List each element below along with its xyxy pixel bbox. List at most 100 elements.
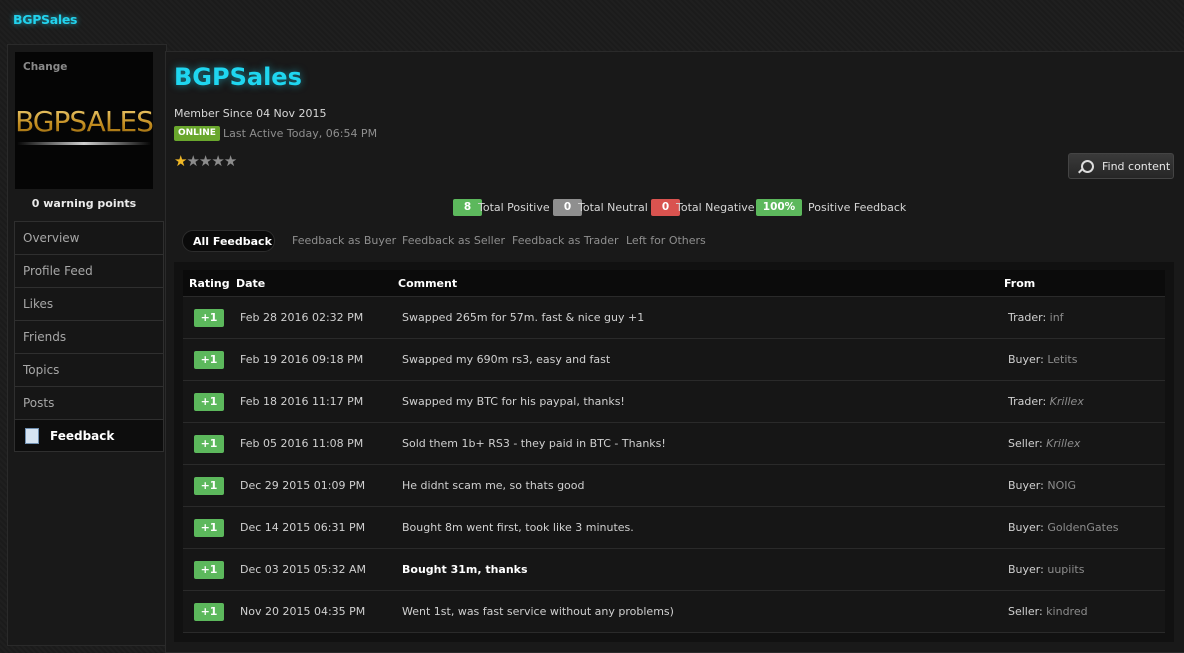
rating-stars: ★★★★★ bbox=[174, 152, 237, 170]
row-role: Seller: bbox=[1008, 605, 1043, 618]
header-from: From bbox=[1004, 270, 1165, 297]
table-row: +1 Dec 14 2015 06:31 PM Bought 8m went f… bbox=[183, 506, 1165, 549]
row-user-link[interactable]: inf bbox=[1050, 311, 1064, 324]
header-rating: Rating bbox=[183, 270, 236, 297]
positive-percent-badge: 100% bbox=[756, 199, 802, 216]
negative-label: Total Negative bbox=[676, 201, 755, 214]
tab-feedback-as-trader[interactable]: Feedback as Trader bbox=[512, 230, 619, 252]
table-row: +1 Feb 18 2016 11:17 PM Swapped my BTC f… bbox=[183, 380, 1165, 423]
profile-nav: Overview Profile Feed Likes Friends Topi… bbox=[14, 221, 164, 452]
tab-left-for-others[interactable]: Left for Others bbox=[626, 230, 706, 252]
rating-badge: +1 bbox=[194, 518, 224, 537]
feedback-icon bbox=[25, 427, 39, 444]
nav-item-feedback[interactable]: Feedback bbox=[14, 419, 164, 452]
find-content-label: Find content bbox=[1102, 160, 1171, 173]
nav-item-overview[interactable]: Overview bbox=[14, 221, 164, 254]
star-empty-icon: ★ bbox=[198, 152, 212, 170]
last-active: Last Active Today, 06:54 PM bbox=[223, 127, 378, 140]
tab-feedback-as-buyer[interactable]: Feedback as Buyer bbox=[292, 230, 396, 252]
nav-item-likes[interactable]: Likes bbox=[14, 287, 164, 320]
online-badge: ONLINE bbox=[174, 126, 220, 141]
row-user-link[interactable]: Krillex bbox=[1046, 437, 1080, 450]
row-date: Dec 03 2015 05:32 AM bbox=[236, 548, 398, 591]
search-icon bbox=[1081, 160, 1094, 173]
row-role: Buyer: bbox=[1008, 563, 1044, 576]
member-since: Member Since 04 Nov 2015 bbox=[174, 107, 327, 120]
rating-badge: +1 bbox=[194, 350, 224, 369]
header-date: Date bbox=[236, 270, 398, 297]
positive-label: Total Positive bbox=[478, 201, 550, 214]
avatar-logo-underline bbox=[17, 142, 151, 145]
rating-badge: +1 bbox=[194, 434, 224, 453]
table-row: +1 Dec 29 2015 01:09 PM He didnt scam me… bbox=[183, 464, 1165, 507]
header-comment: Comment bbox=[398, 270, 1004, 297]
star-empty-icon: ★ bbox=[223, 152, 237, 170]
row-from: Buyer: uupiits bbox=[1004, 548, 1165, 591]
row-date: Dec 14 2015 06:31 PM bbox=[236, 506, 398, 549]
row-user-link[interactable]: Letits bbox=[1047, 353, 1077, 366]
star-filled-icon: ★ bbox=[174, 152, 187, 170]
row-comment: Bought 8m went first, took like 3 minute… bbox=[398, 506, 1004, 549]
row-role: Trader: bbox=[1008, 395, 1047, 408]
row-date: Feb 05 2016 11:08 PM bbox=[236, 422, 398, 465]
row-from: Buyer: GoldenGates bbox=[1004, 506, 1165, 549]
row-user-link[interactable]: Krillex bbox=[1050, 395, 1084, 408]
row-user-link[interactable]: uupiits bbox=[1047, 563, 1084, 576]
row-from: Seller: Krillex bbox=[1004, 422, 1165, 465]
avatar-change-link[interactable]: Change bbox=[23, 61, 67, 73]
tab-feedback-as-seller[interactable]: Feedback as Seller bbox=[402, 230, 505, 252]
row-role: Trader: bbox=[1008, 311, 1047, 324]
nav-item-posts[interactable]: Posts bbox=[14, 386, 164, 419]
avatar-logo: BGPSALES bbox=[15, 105, 153, 141]
row-date: Feb 28 2016 02:32 PM bbox=[236, 296, 398, 339]
nav-item-profile-feed[interactable]: Profile Feed bbox=[14, 254, 164, 287]
row-user-link[interactable]: kindred bbox=[1046, 605, 1087, 618]
tab-all-feedback[interactable]: All Feedback bbox=[182, 230, 275, 252]
neutral-label: Total Neutral bbox=[578, 201, 648, 214]
row-comment: Swapped my BTC for his paypal, thanks! bbox=[398, 380, 1004, 423]
row-date: Dec 29 2015 01:09 PM bbox=[236, 464, 398, 507]
rating-badge: +1 bbox=[194, 392, 224, 411]
table-row: +1 Feb 28 2016 02:32 PM Swapped 265m for… bbox=[183, 296, 1165, 339]
table-header-row: Rating Date Comment From bbox=[183, 270, 1165, 297]
rating-badge: +1 bbox=[194, 602, 224, 621]
row-comment: He didnt scam me, so thats good bbox=[398, 464, 1004, 507]
row-from: Buyer: NOIG bbox=[1004, 464, 1165, 507]
row-user-link[interactable]: NOIG bbox=[1047, 479, 1076, 492]
row-comment: Went 1st, was fast service without any p… bbox=[398, 590, 1004, 633]
row-role: Seller: bbox=[1008, 437, 1043, 450]
row-role: Buyer: bbox=[1008, 353, 1044, 366]
positive-feedback-label: Positive Feedback bbox=[808, 201, 907, 214]
table-row: +1 Feb 05 2016 11:08 PM Sold them 1b+ RS… bbox=[183, 422, 1165, 465]
site-title[interactable]: BGPSales bbox=[13, 12, 78, 27]
row-date: Nov 20 2015 04:35 PM bbox=[236, 590, 398, 633]
row-from: Seller: kindred bbox=[1004, 590, 1165, 633]
row-from: Buyer: Letits bbox=[1004, 338, 1165, 381]
row-from: Trader: Krillex bbox=[1004, 380, 1165, 423]
find-content-button[interactable]: Find content bbox=[1068, 153, 1174, 179]
row-comment: Swapped 265m for 57m. fast & nice guy +1 bbox=[398, 296, 1004, 339]
top-bar: BGPSales bbox=[0, 0, 1184, 40]
rating-badge: +1 bbox=[194, 560, 224, 579]
table-row: +1 Nov 20 2015 04:35 PM Went 1st, was fa… bbox=[183, 590, 1165, 633]
avatar: Change BGPSALES bbox=[15, 52, 153, 189]
star-empty-icon: ★ bbox=[211, 152, 224, 170]
row-comment: Sold them 1b+ RS3 - they paid in BTC - T… bbox=[398, 422, 1004, 465]
nav-item-topics[interactable]: Topics bbox=[14, 353, 164, 386]
row-role: Buyer: bbox=[1008, 521, 1044, 534]
row-from: Trader: inf bbox=[1004, 296, 1165, 339]
profile-name: BGPSales bbox=[174, 63, 302, 91]
feedback-table: Rating Date Comment From +1 Feb 28 2016 … bbox=[183, 270, 1165, 633]
nav-item-feedback-label: Feedback bbox=[50, 429, 115, 443]
warning-points[interactable]: 0 warning points bbox=[15, 197, 153, 210]
table-row: +1 Feb 19 2016 09:18 PM Swapped my 690m … bbox=[183, 338, 1165, 381]
row-date: Feb 19 2016 09:18 PM bbox=[236, 338, 398, 381]
row-user-link[interactable]: GoldenGates bbox=[1047, 521, 1118, 534]
row-comment: Swapped my 690m rs3, easy and fast bbox=[398, 338, 1004, 381]
rating-badge: +1 bbox=[194, 476, 224, 495]
row-date: Feb 18 2016 11:17 PM bbox=[236, 380, 398, 423]
rating-badge: +1 bbox=[194, 308, 224, 327]
nav-item-friends[interactable]: Friends bbox=[14, 320, 164, 353]
star-empty-icon: ★ bbox=[186, 152, 199, 170]
table-row: +1 Dec 03 2015 05:32 AM Bought 31m, than… bbox=[183, 548, 1165, 591]
